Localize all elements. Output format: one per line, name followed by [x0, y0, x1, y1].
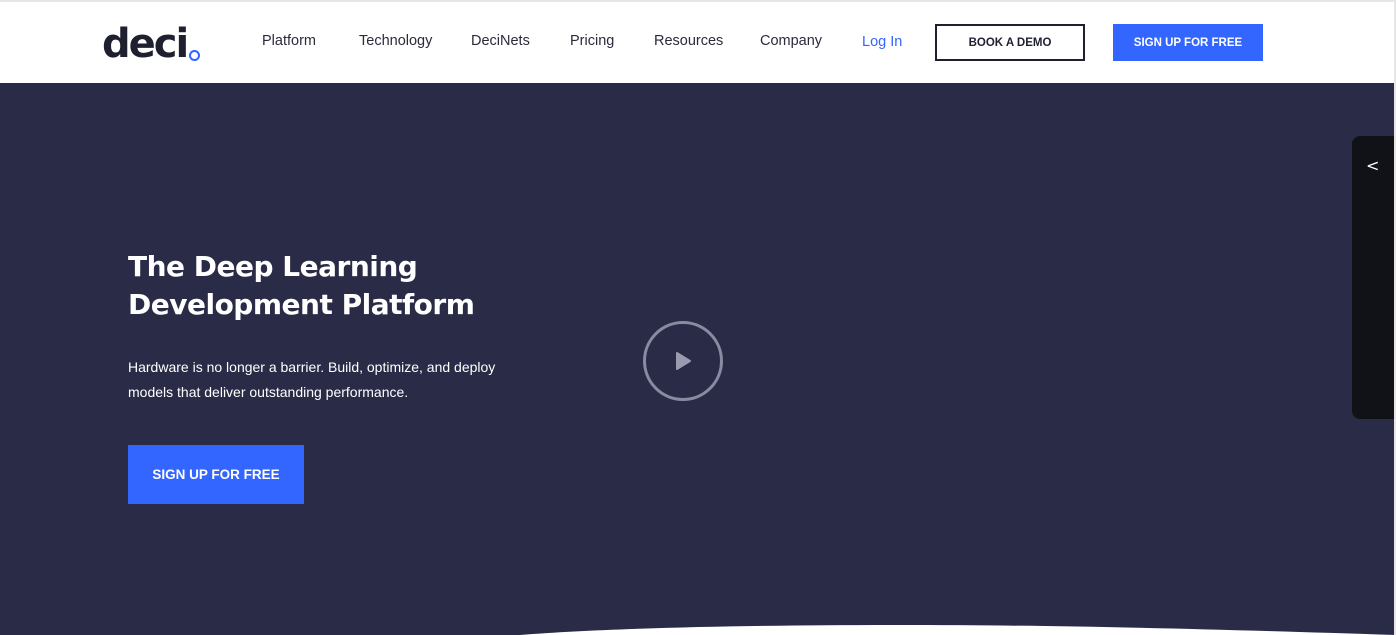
hero-title: The Deep Learning Development Platform: [128, 250, 475, 321]
nav-platform[interactable]: Platform: [262, 33, 316, 49]
nav-decinets[interactable]: DeciNets: [471, 33, 530, 49]
video-play-button[interactable]: [643, 321, 723, 401]
chevron-left-icon[interactable]: <: [1366, 156, 1379, 175]
deci-logo[interactable]: deci: [102, 20, 201, 67]
nav-technology[interactable]: Technology: [359, 33, 432, 49]
signup-header-button[interactable]: SIGN UP FOR FREE: [1113, 24, 1263, 61]
logo-text: deci: [102, 21, 189, 67]
hero-bottom-wave: [0, 625, 1396, 635]
play-icon: [676, 352, 691, 370]
logo-dot-icon: [189, 50, 201, 61]
site-header: deci Platform Technology DeciNets Pricin…: [0, 0, 1396, 83]
nav-resources[interactable]: Resources: [654, 33, 723, 49]
hero-section: The Deep Learning Development Platform H…: [0, 83, 1396, 635]
nav-company[interactable]: Company: [760, 33, 822, 49]
hero-subtitle: Hardware is no longer a barrier. Build, …: [128, 359, 496, 400]
login-link[interactable]: Log In: [862, 34, 902, 50]
hero-signup-button[interactable]: SIGN UP FOR FREE: [128, 445, 304, 504]
nav-pricing[interactable]: Pricing: [570, 33, 614, 49]
book-demo-button[interactable]: BOOK A DEMO: [935, 24, 1085, 61]
side-drawer-toggle[interactable]: [1352, 136, 1396, 419]
